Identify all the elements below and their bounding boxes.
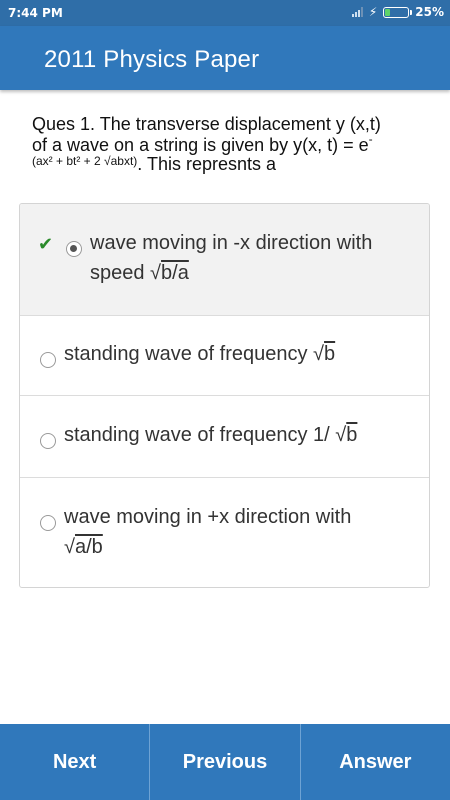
options-list: ✔ wave moving in -x direction with speed… [19, 203, 430, 588]
battery-fill [385, 8, 391, 16]
next-button[interactable]: Next [0, 724, 151, 800]
bottom-nav: Next Previous Answer [0, 724, 450, 800]
option-1-line-2: speed √b/a [90, 258, 372, 288]
option-1-line-2-pre: speed √ [90, 262, 162, 284]
option-4-line-2-pre: √ [64, 536, 75, 558]
page-title: 2011 Physics Paper [44, 46, 260, 73]
previous-button[interactable]: Previous [150, 724, 301, 800]
option-1-line-1: wave moving in -x direction with [90, 232, 373, 254]
option-2[interactable]: standing wave of frequency √b [20, 316, 429, 396]
option-2-text: standing wave of frequency √b [64, 339, 335, 369]
option-1[interactable]: ✔ wave moving in -x direction with speed… [20, 204, 429, 316]
option-4-radio[interactable] [40, 515, 56, 531]
option-4-line-1: wave moving in +x direction with [64, 506, 352, 528]
option-2-line-1: standing wave of frequency √ [64, 343, 325, 365]
answer-button[interactable]: Answer [301, 724, 450, 800]
question-tail: . This represnts a [137, 154, 277, 174]
status-bar: 7:44 PM ⚡ 25% [0, 0, 450, 26]
option-1-radio[interactable] [66, 241, 82, 257]
option-1-radicand: b/a [161, 262, 189, 284]
question-exponent: (ax² + bt² + 2 √abxt) [32, 154, 138, 168]
option-3-radicand: b [346, 424, 358, 446]
option-3-line-1: standing wave of frequency 1/ √ [64, 424, 347, 446]
option-2-radicand: b [324, 343, 336, 365]
option-1-text: wave moving in -x direction with speed √… [90, 228, 372, 288]
question-line-2-text: of a wave on a string is given by y(x, t… [32, 135, 369, 155]
option-4-text: wave moving in +x direction with √a/b [64, 502, 351, 562]
status-indicators: ⚡ 25% [351, 5, 444, 19]
charging-icon: ⚡ [368, 5, 378, 19]
option-4-line-2: √a/b [64, 532, 351, 562]
status-time: 7:44 PM [8, 6, 63, 20]
option-3-text: standing wave of frequency 1/ √b [64, 420, 357, 450]
option-2-radio[interactable] [40, 352, 56, 368]
question-exponent-sign: - [368, 132, 373, 146]
battery-icon [383, 6, 413, 18]
signal-icon [351, 7, 363, 17]
option-4-radicand: a/b [74, 536, 103, 558]
option-3[interactable]: standing wave of frequency 1/ √b [20, 396, 429, 478]
option-3-radio[interactable] [40, 433, 56, 449]
option-4[interactable]: wave moving in +x direction with √a/b [20, 478, 429, 587]
question-text: Ques 1. The transverse displacement y (x… [32, 114, 432, 177]
app-bar: 2011 Physics Paper [0, 26, 450, 90]
checkmark-icon: ✔ [38, 234, 54, 255]
battery-percent: 25% [415, 5, 444, 19]
